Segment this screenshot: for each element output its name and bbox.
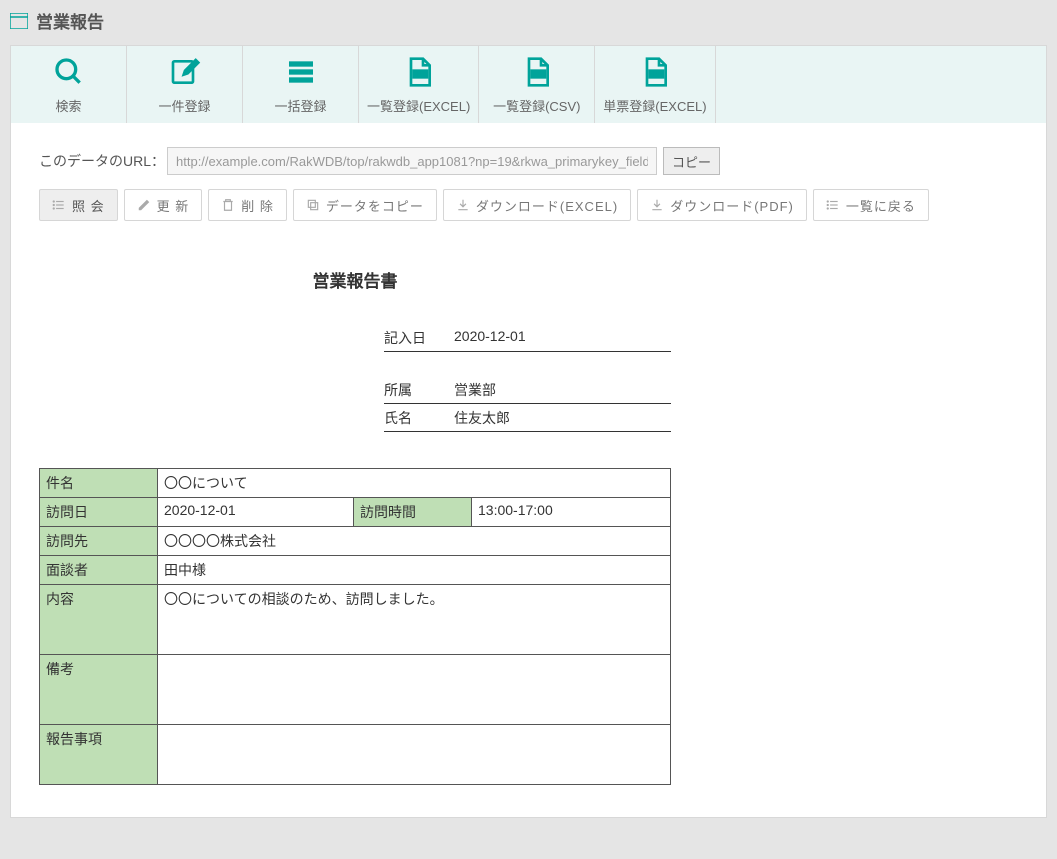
data-url-label: このデータのURL：	[39, 151, 165, 171]
table-row: 面談者 田中様	[40, 556, 671, 585]
button-label: 照 会	[72, 196, 105, 215]
tab-list-register-csv[interactable]: CSV 一覧登録(CSV)	[479, 46, 595, 123]
search-icon	[19, 56, 118, 90]
download-excel-button[interactable]: ダウンロード(EXCEL)	[443, 189, 631, 221]
copy-data-button[interactable]: データをコピー	[293, 189, 437, 221]
table-row: 訪問日 2020-12-01 訪問時間 13:00-17:00	[40, 498, 671, 527]
tab-bulk-register[interactable]: 一括登録	[243, 46, 359, 123]
meta-value: 2020-12-01	[454, 328, 526, 348]
svg-text:XLS: XLS	[415, 72, 426, 78]
button-label: 削 除	[241, 196, 274, 215]
download-icon	[650, 198, 664, 212]
tab-list-register-excel[interactable]: XLS 一覧登録(EXCEL)	[359, 46, 479, 123]
data-url-row: このデータのURL： コピー	[39, 147, 1018, 175]
svg-text:CSV: CSV	[533, 72, 544, 78]
button-label: ダウンロード(EXCEL)	[476, 196, 618, 215]
action-toolbar: 照 会 更 新 削 除 データをコピー ダウンロード(EXCEL) ダウンロード…	[39, 189, 1018, 221]
copy-icon	[306, 198, 320, 212]
report-document: 営業報告書 記入日 2020-12-01 所属 営業部 氏名 住友太郎 件名 〇…	[39, 247, 671, 785]
copy-url-button[interactable]: コピー	[663, 147, 720, 175]
tab-bar: 検索 一件登録 一括登録 XLS 一覧登録(EXCEL) CSV 一覧登録(CS…	[11, 46, 1046, 123]
excel-file-icon: XLS	[367, 56, 470, 90]
field-label-visit-dest: 訪問先	[40, 527, 158, 556]
meta-label: 所属	[384, 380, 454, 400]
tab-label: 一括登録	[274, 99, 326, 114]
meta-department: 所属 営業部	[384, 376, 671, 404]
update-button[interactable]: 更 新	[124, 189, 203, 221]
button-label: データをコピー	[326, 196, 424, 215]
field-label-visit-time: 訪問時間	[354, 498, 472, 527]
field-label-report-items: 報告事項	[40, 725, 158, 785]
rows-icon	[251, 56, 350, 90]
window-icon	[10, 13, 28, 29]
field-value-remarks	[158, 655, 671, 725]
document-title: 営業報告書	[39, 247, 671, 324]
page-title: 営業報告	[36, 8, 104, 33]
tab-label: 一覧登録(CSV)	[493, 99, 580, 114]
field-value-report-items	[158, 725, 671, 785]
meta-value: 住友太郎	[454, 408, 510, 428]
tab-single-form-excel[interactable]: XLS 単票登録(EXCEL)	[595, 46, 715, 123]
field-label-content: 内容	[40, 585, 158, 655]
button-label: 一覧に戻る	[846, 196, 916, 215]
body-area: このデータのURL： コピー 照 会 更 新 削 除 データをコピー	[11, 123, 1046, 817]
table-row: 内容 〇〇についての相談のため、訪問しました。	[40, 585, 671, 655]
table-row: 備考	[40, 655, 671, 725]
meta-label: 氏名	[384, 408, 454, 428]
meta-name: 氏名 住友太郎	[384, 404, 671, 432]
tab-label: 一件登録	[158, 99, 210, 114]
edit-icon	[135, 56, 234, 90]
tab-label: 一覧登録(EXCEL)	[367, 99, 470, 114]
field-label-visit-date: 訪問日	[40, 498, 158, 527]
table-row: 訪問先 〇〇〇〇株式会社	[40, 527, 671, 556]
csv-file-icon: CSV	[487, 56, 586, 90]
tab-single-register[interactable]: 一件登録	[127, 46, 243, 123]
pencil-icon	[137, 198, 151, 212]
meta-value: 営業部	[454, 380, 496, 400]
meta-label: 記入日	[384, 328, 454, 348]
field-label-interviewer: 面談者	[40, 556, 158, 585]
main-panel: 検索 一件登録 一括登録 XLS 一覧登録(EXCEL) CSV 一覧登録(CS…	[10, 45, 1047, 818]
download-icon	[456, 198, 470, 212]
data-url-input[interactable]	[167, 147, 657, 175]
table-row: 報告事項	[40, 725, 671, 785]
download-pdf-button[interactable]: ダウンロード(PDF)	[637, 189, 807, 221]
field-value-visit-date: 2020-12-01	[158, 498, 354, 527]
field-label-subject: 件名	[40, 469, 158, 498]
view-button[interactable]: 照 会	[39, 189, 118, 221]
table-row: 件名 〇〇について	[40, 469, 671, 498]
field-value-subject: 〇〇について	[158, 469, 671, 498]
tab-label: 単票登録(EXCEL)	[603, 99, 706, 114]
list-icon	[826, 198, 840, 212]
button-label: ダウンロード(PDF)	[670, 196, 794, 215]
button-label: 更 新	[157, 196, 190, 215]
field-value-interviewer: 田中様	[158, 556, 671, 585]
field-value-content: 〇〇についての相談のため、訪問しました。	[158, 585, 671, 655]
field-value-visit-time: 13:00-17:00	[472, 498, 671, 527]
field-label-remarks: 備考	[40, 655, 158, 725]
excel-file-icon: XLS	[603, 56, 706, 90]
meta-entry-date: 記入日 2020-12-01	[384, 324, 671, 352]
back-to-list-button[interactable]: 一覧に戻る	[813, 189, 929, 221]
list-icon	[52, 198, 66, 212]
delete-button[interactable]: 削 除	[208, 189, 287, 221]
trash-icon	[221, 198, 235, 212]
svg-text:XLS: XLS	[651, 72, 662, 78]
tab-search[interactable]: 検索	[11, 46, 127, 123]
tab-label: 検索	[55, 99, 81, 114]
page-header: 営業報告	[10, 0, 1047, 45]
report-form-table: 件名 〇〇について 訪問日 2020-12-01 訪問時間 13:00-17:0…	[39, 468, 671, 785]
field-value-visit-dest: 〇〇〇〇株式会社	[158, 527, 671, 556]
